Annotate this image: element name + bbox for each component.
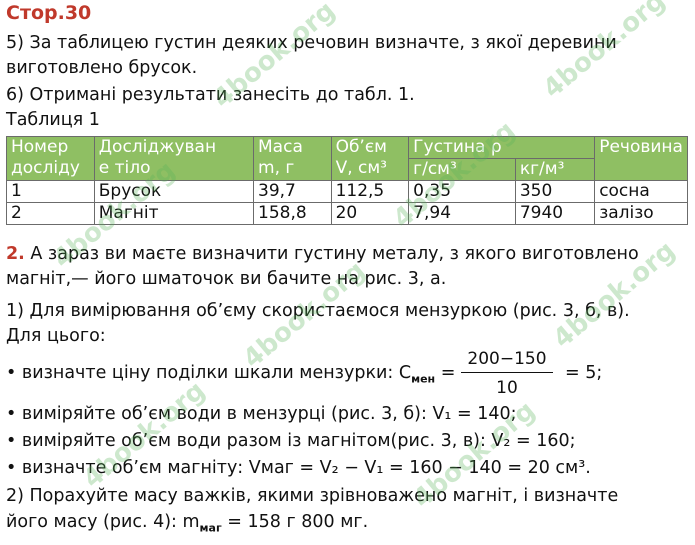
cell-mass: 39,7 (253, 180, 332, 203)
bullet-water-volume: • виміряйте об’єм води в мензурці (рис. … (6, 404, 517, 424)
bullet-magnet-volume: • визначте об’єм магніту: Vмаг = V₂ − V₁… (6, 458, 591, 478)
scale-division-formula: 200−150 10 (461, 348, 553, 399)
page-title: Стор.30 (6, 2, 92, 24)
cell-number: 1 (6, 180, 95, 203)
task2-line2: магніт,— його шматочок ви бачите на рис.… (6, 269, 447, 289)
cell-substance: сосна (594, 180, 688, 203)
task6-text: 6) Отримані результати занесіть до табл.… (6, 85, 415, 105)
header-density: Густина ρ (408, 136, 596, 159)
header-body: Досліджуван е тіло (93, 136, 255, 181)
table-caption: Таблиця 1 (6, 110, 100, 130)
header-substance: Речовина (594, 136, 688, 181)
header-experiment-number: Номер досліду (6, 136, 95, 181)
table-row: 2 Магніт 158,8 20 7,94 7940 залізо (6, 202, 688, 225)
cell-body: Магніт (93, 202, 255, 225)
cell-density-kg: 350 (514, 180, 596, 203)
cell-volume: 20 (330, 202, 410, 225)
formula-result: = 5; (565, 363, 603, 383)
header-mass: Маса m, г (253, 136, 332, 181)
cell-density-g: 7,94 (408, 202, 516, 225)
task2-line1: 2. А зараз ви маєте визначити густину ме… (6, 244, 639, 264)
task2-line6: його масу (рис. 4): mмаг = 158 г 800 мг. (6, 512, 369, 535)
table-header-row: Номер досліду Досліджуван е тіло Маса m, г … (6, 136, 688, 181)
cell-number: 2 (6, 202, 95, 225)
bullet-water-magnet-volume: • виміряйте об’єм води разом із магнітом… (6, 431, 576, 451)
cell-substance: залізо (594, 202, 688, 225)
task2-line5: 2) Порахуйте масу важків, якими зрівнова… (6, 486, 619, 506)
task2-line4: Для цього: (6, 326, 106, 346)
fraction-bar (461, 372, 553, 373)
table-row: 1 Брусок 39,7 112,5 0,35 350 сосна (6, 180, 688, 203)
density-table: Номер досліду Досліджуван е тіло Маса m, г … (6, 136, 688, 225)
header-density-g-cm3: г/см³ (408, 158, 516, 181)
header-volume: Об’єм V, см³ (330, 136, 410, 181)
cell-density-kg: 7940 (514, 202, 596, 225)
task5-line1: 5) За таблицею густин деяких речовин виз… (6, 33, 617, 53)
header-density-kg-m3: кг/м³ (514, 158, 596, 181)
cell-body: Брусок (93, 180, 255, 203)
cell-mass: 158,8 (253, 202, 332, 225)
bullet-scale-division: • визначте ціну поділки шкали мензурки: … (6, 363, 456, 386)
formula-denominator: 10 (496, 378, 518, 398)
cell-density-g: 0,35 (408, 180, 516, 203)
task2-number: 2. (6, 244, 25, 264)
task2-line3: 1) Для вимірювання об’єму скористаємося … (6, 301, 630, 321)
cell-volume: 112,5 (330, 180, 410, 203)
formula-numerator: 200−150 (467, 349, 547, 369)
task5-line2: виготовлено брусок. (6, 58, 198, 78)
